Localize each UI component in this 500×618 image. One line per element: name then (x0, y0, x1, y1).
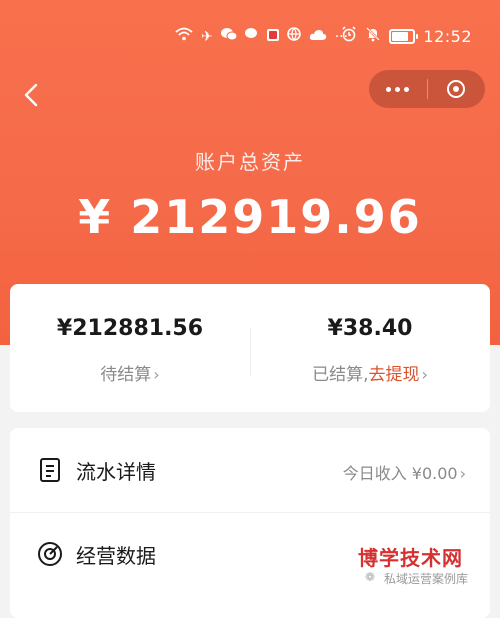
pending-amount: ¥212881.56 (56, 316, 204, 341)
alarm-icon (341, 26, 357, 47)
watermark-logo: 博学技术网 (358, 546, 463, 570)
airplane-icon: ✈ (201, 28, 213, 45)
capsule-close-button[interactable] (428, 70, 486, 108)
document-icon (40, 458, 60, 482)
wechat-icon-2 (244, 27, 259, 46)
settled-settlement: ¥38.40 已结算,去提现 › (250, 284, 490, 412)
wifi-icon (175, 27, 193, 46)
cloud-icon (309, 28, 327, 46)
battery-icon (389, 29, 419, 44)
settled-label: 已结算, (312, 365, 369, 385)
mute-icon (365, 26, 381, 47)
today-income: 今日收入 ¥0.00 › (343, 460, 466, 484)
red-app-icon (266, 28, 279, 46)
chevron-right-icon: › (421, 365, 428, 384)
list-item-title: 经营数据 (76, 544, 156, 568)
settled-amount: ¥38.40 (327, 316, 413, 341)
capsule-more-button[interactable] (369, 70, 427, 108)
total-assets-amount: ¥ 212919.96 (78, 190, 422, 244)
status-left-icons: ✈ ··· (175, 27, 348, 46)
today-income-text: 今日收入 ¥0.00 (342, 464, 458, 483)
withdraw-button[interactable]: 已结算,去提现 › (250, 360, 490, 385)
target-icon (447, 80, 466, 98)
more-dots-icon (386, 86, 410, 92)
pending-label-button[interactable]: 待结算 › (10, 360, 250, 385)
pending-label: 待结算 (100, 365, 152, 385)
wechat-icon (220, 27, 238, 46)
mini-program-capsule (369, 70, 485, 108)
gauge-icon (38, 542, 62, 566)
withdraw-link[interactable]: 去提现 (369, 365, 420, 385)
wechat-watermark-icon: ❁ (365, 570, 376, 584)
list-item-title: 流水详情 (76, 460, 156, 484)
settlement-card: ¥212881.56 待结算 › ¥38.40 已结算,去提现 › (10, 284, 490, 412)
total-assets-label: 账户总资产 (195, 150, 305, 174)
globe-icon (286, 27, 301, 46)
back-button[interactable] (18, 82, 44, 108)
status-right-icons: 12:52 (341, 26, 472, 47)
status-time: 12:52 (423, 27, 472, 46)
chevron-left-icon (24, 83, 38, 107)
list-item-transactions[interactable]: 流水详情 今日收入 ¥0.00 › (10, 428, 490, 513)
menu-card: 流水详情 今日收入 ¥0.00 › 经营数据 (10, 428, 490, 618)
battery-fill (392, 32, 409, 41)
watermark-subtitle: 私域运营案例库 (384, 572, 469, 586)
pending-settlement: ¥212881.56 待结算 › (10, 284, 250, 412)
chevron-right-icon: › (459, 464, 466, 483)
chevron-right-icon: › (153, 365, 160, 384)
status-bar: ✈ ··· 12:52 (0, 24, 500, 52)
